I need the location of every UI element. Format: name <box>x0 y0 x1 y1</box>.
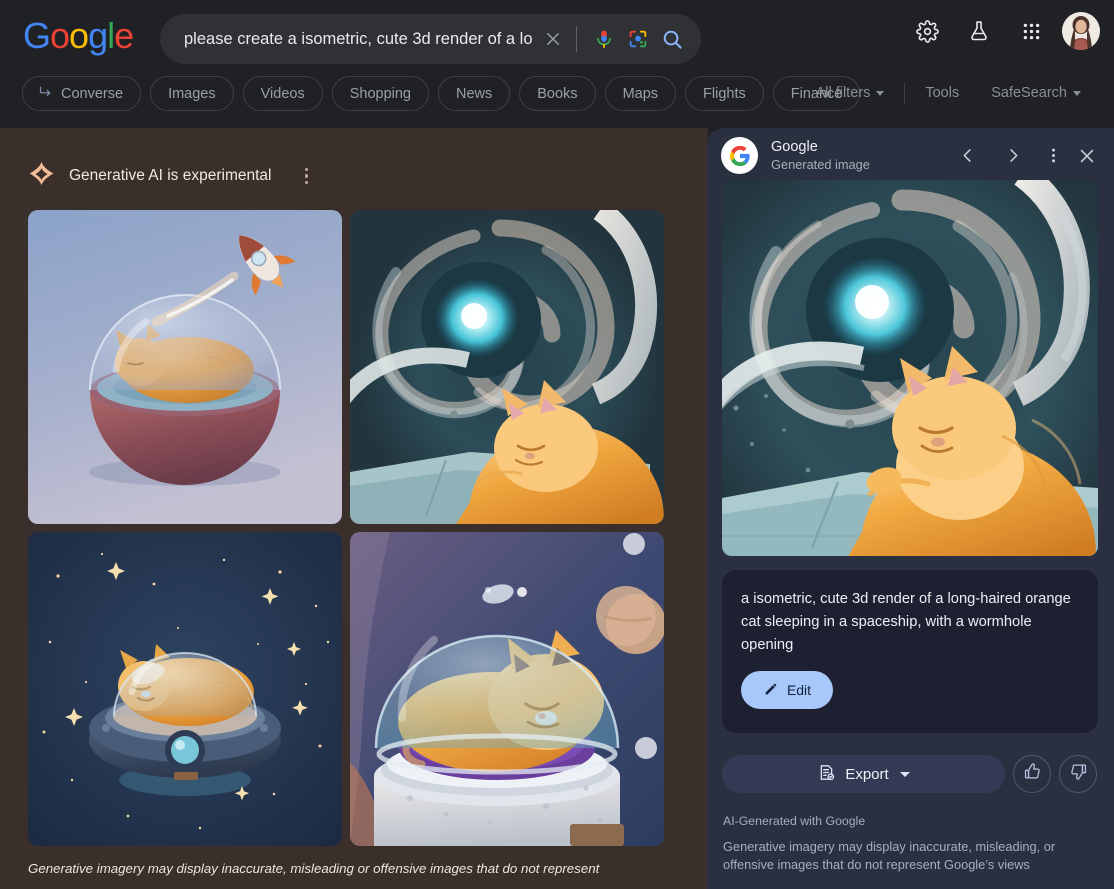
pencil-icon <box>763 681 779 700</box>
edit-button[interactable]: Edit <box>741 671 833 709</box>
all-filters-label: All filters <box>815 85 871 101</box>
chip-label: Converse <box>61 85 124 102</box>
tools-button[interactable]: Tools <box>909 78 975 108</box>
google-g-icon <box>721 137 758 174</box>
overflow-menu-icon[interactable] <box>293 161 319 191</box>
tools-label: Tools <box>925 85 960 101</box>
edit-label: Edit <box>786 682 812 698</box>
top-bar: Google please create a isometric, cute 3… <box>0 0 1114 128</box>
all-filters-button[interactable]: All filters <box>800 78 901 108</box>
search-tools-controls: All filters Tools SafeSearch <box>800 78 1097 108</box>
export-doc-icon <box>817 763 836 786</box>
chip-label: Videos <box>260 85 305 102</box>
search-icon[interactable] <box>655 22 689 56</box>
thumb-up-button[interactable] <box>1013 755 1051 793</box>
detail-panel-titles: Google Generated image <box>771 139 944 173</box>
detail-source-subtitle: Generated image <box>771 156 870 172</box>
prompt-card: a isometric, cute 3d render of a long-ha… <box>722 570 1098 733</box>
search-box[interactable]: please create a isometric, cute 3d rende… <box>160 14 701 64</box>
google-logo[interactable]: Google <box>23 16 134 56</box>
image-result-3[interactable] <box>28 532 342 846</box>
chip-maps[interactable]: Maps <box>604 76 677 111</box>
chip-label: Books <box>537 85 578 102</box>
labs-flask-icon[interactable] <box>958 10 1000 52</box>
overflow-menu-icon[interactable] <box>1036 139 1070 173</box>
safesearch-button[interactable]: SafeSearch <box>975 78 1097 108</box>
safesearch-label: SafeSearch <box>991 85 1067 101</box>
chip-flights[interactable]: Flights <box>685 76 764 111</box>
chevron-down-icon <box>899 771 910 777</box>
generative-ai-header: Generative AI is experimental <box>28 160 319 192</box>
page-root: Google please create a isometric, cute 3… <box>0 0 1114 889</box>
account-controls <box>906 10 1100 52</box>
image-result-1[interactable] <box>28 210 342 524</box>
chevron-down-icon <box>1073 90 1081 96</box>
chip-images[interactable]: Images <box>150 76 234 111</box>
chip-shopping[interactable]: Shopping <box>331 76 429 111</box>
chip-label: Images <box>168 85 216 102</box>
nav-chips: Converse Images Videos Shopping News Boo… <box>22 76 861 111</box>
thumb-up-icon <box>1023 762 1042 786</box>
chip-label: Flights <box>703 85 746 102</box>
export-label: Export <box>845 765 889 783</box>
prompt-text: a isometric, cute 3d render of a long-ha… <box>741 591 1071 653</box>
thumb-down-button[interactable] <box>1059 755 1097 793</box>
thumb-down-icon <box>1069 762 1088 786</box>
chevron-left-icon[interactable] <box>950 139 984 173</box>
close-icon[interactable] <box>1070 139 1104 173</box>
generative-ai-title: Generative AI is experimental <box>69 167 272 184</box>
image-results-grid <box>28 210 664 846</box>
hero-image[interactable] <box>722 180 1098 556</box>
controls-divider <box>904 82 906 104</box>
chip-videos[interactable]: Videos <box>242 76 323 111</box>
detail-panel-header: Google Generated image <box>707 128 1114 183</box>
left-disclaimer: Generative imagery may display inaccurat… <box>28 861 600 876</box>
chevron-right-icon[interactable] <box>996 139 1030 173</box>
image-result-2[interactable] <box>350 210 664 524</box>
chip-label: Maps <box>622 85 659 102</box>
chip-label: News <box>455 85 493 102</box>
ai-generated-label: AI-Generated with Google <box>723 814 866 828</box>
google-apps-icon[interactable] <box>1010 10 1052 52</box>
clear-search-icon[interactable] <box>538 24 568 54</box>
image-result-4[interactable] <box>350 532 664 846</box>
chevron-down-icon <box>876 90 885 96</box>
ai-disclaimer: Generative imagery may display inaccurat… <box>723 839 1056 872</box>
results-panel: Generative AI is experimental Generative… <box>0 128 708 889</box>
chip-converse[interactable]: Converse <box>22 76 142 111</box>
lens-icon[interactable] <box>621 22 655 56</box>
converse-arrow-icon <box>37 83 54 104</box>
sparkle-icon <box>28 160 55 192</box>
export-button[interactable]: Export <box>722 755 1005 793</box>
settings-gear-icon[interactable] <box>906 10 948 52</box>
chip-books[interactable]: Books <box>519 76 596 111</box>
search-input[interactable]: please create a isometric, cute 3d rende… <box>184 30 538 49</box>
chip-news[interactable]: News <box>437 76 511 111</box>
search-divider <box>576 26 577 52</box>
chip-label: Shopping <box>349 85 411 102</box>
user-avatar[interactable] <box>1062 12 1100 50</box>
detail-source-title: Google <box>771 138 818 155</box>
microphone-icon[interactable] <box>587 22 621 56</box>
